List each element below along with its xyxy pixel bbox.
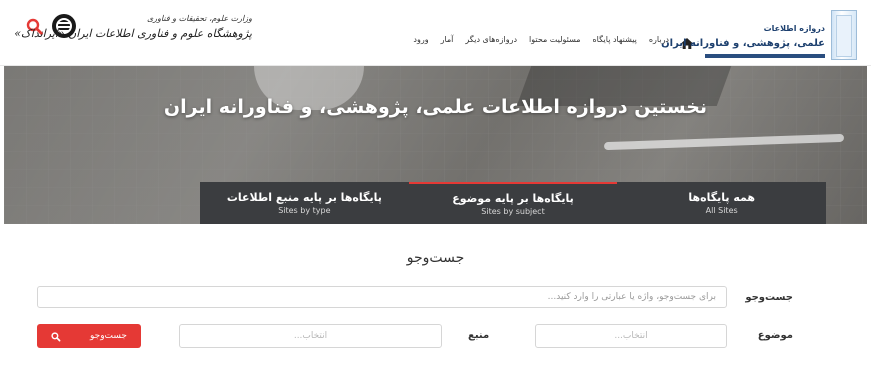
tab-label-fa: پایگاه‌ها بر پایه منبع اطلاعات — [226, 191, 382, 204]
source-label: منبع — [468, 330, 490, 341]
tab-label-fa: پایگاه‌ها بر پایه موضوع — [452, 192, 574, 205]
subject-select[interactable] — [535, 324, 727, 348]
tab-label-en: Sites by type — [278, 206, 331, 215]
tab-sites-by-type[interactable]: پایگاه‌ها بر پایه منبع اطلاعات Sites by … — [200, 182, 409, 224]
site-logo-line2: علمی، پژوهشی، و فناورانه ایران — [661, 38, 825, 49]
tab-label-en: All Sites — [705, 206, 738, 215]
site-header: وزارت علوم، تحقیقات و فناوری پژوهشگاه عل… — [0, 0, 871, 66]
tab-all-sites[interactable]: همه پایگاه‌ها All Sites — [617, 182, 826, 224]
site-logo-line1: دروازه اطلاعات — [763, 24, 825, 33]
nav-suggest-site[interactable]: پیشنهاد پایگاه — [592, 35, 636, 44]
browse-tabs: پایگاه‌ها بر پایه منبع اطلاعات Sites by … — [200, 182, 826, 224]
gateway-book-icon — [831, 10, 857, 60]
nav-content-responsibility[interactable]: مسئولیت محتوا — [529, 35, 580, 44]
ministry-line: وزارت علوم، تحقیقات و فناوری — [147, 14, 252, 23]
site-logo-underline — [705, 54, 825, 58]
institute-name: پژوهشگاه علوم و فناوری اطلاعات ایران «ای… — [14, 27, 252, 40]
hero-title: نخستین دروازه اطلاعات علمی، پژوهشی، و فن… — [163, 96, 708, 118]
search-icon — [51, 327, 61, 346]
nav-login[interactable]: ورود — [413, 35, 428, 44]
pen-image — [603, 133, 845, 151]
institute-logo[interactable]: وزارت علوم، تحقیقات و فناوری پژوهشگاه عل… — [14, 14, 252, 54]
tab-label-fa: همه پایگاه‌ها — [688, 191, 756, 204]
search-submit-button[interactable]: جست‌وجو — [37, 324, 141, 348]
query-label: جست‌وجو — [745, 292, 793, 303]
nav-other-gateways[interactable]: دروازه‌های دیگر — [465, 35, 517, 44]
search-section: جست‌وجو جست‌وجو موضوع منبع جست‌وجو — [0, 224, 871, 366]
search-title: جست‌وجو — [406, 250, 465, 266]
tab-sites-by-subject[interactable]: پایگاه‌ها بر پایه موضوع Sites by subject — [408, 182, 618, 224]
search-submit-label: جست‌وجو — [90, 331, 127, 341]
source-select[interactable] — [179, 324, 442, 348]
site-logo[interactable]: دروازه اطلاعات علمی، پژوهشی، و فناورانه … — [661, 6, 867, 62]
main-nav: درباره پیشنهاد پایگاه مسئولیت محتوا دروا… — [413, 34, 693, 49]
search-input[interactable] — [37, 286, 727, 308]
hero-banner: نخستین دروازه اطلاعات علمی، پژوهشی، و فن… — [4, 66, 867, 224]
tab-label-en: Sites by subject — [481, 207, 545, 216]
subject-label: موضوع — [757, 330, 793, 341]
nav-stats[interactable]: آمار — [441, 35, 454, 44]
